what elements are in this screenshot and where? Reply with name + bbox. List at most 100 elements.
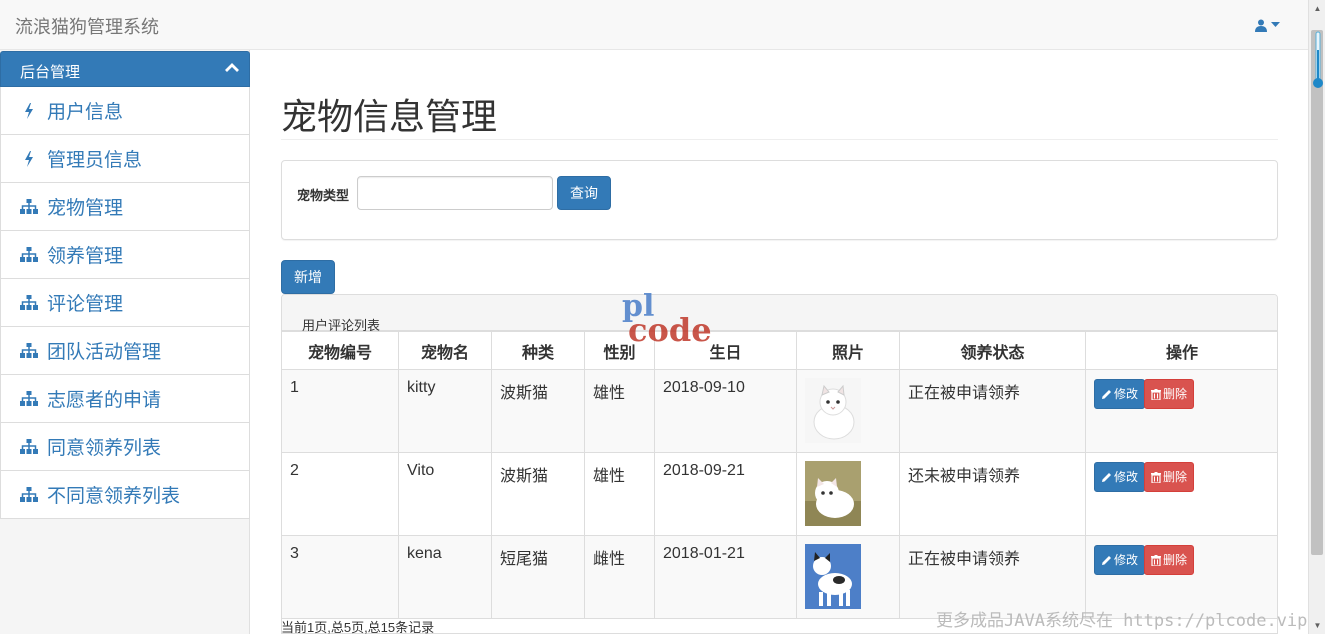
table-row: 2 Vito 波斯猫 雄性 2018-09-21 还未被申请领养 修改 删除 [282, 452, 1277, 536]
caret-down-icon [1271, 22, 1280, 28]
pencil-icon [1102, 390, 1111, 399]
sidebar-panel-title: 后台管理 [20, 64, 81, 81]
table-header-row: 宠物编号 宠物名 种类 性别 生日 照片 领养状态 操作 [282, 331, 1277, 370]
pet-photo-cell [796, 452, 900, 536]
pet-id-cell: 3 [282, 535, 399, 619]
column-header[interactable]: 生日 [654, 331, 797, 370]
page-title: 宠物信息管理 [281, 96, 498, 137]
pet-birthday-cell: 2018-09-10 [654, 369, 797, 453]
pet-type-cell: 短尾猫 [491, 535, 585, 619]
adoption-status-cell: 还未被申请领养 [899, 452, 1086, 536]
list-heading: 用户评论列表 [282, 295, 1277, 333]
scroll-thumb[interactable] [1311, 30, 1323, 555]
sidebar-item-team-activity[interactable]: 团队活动管理 [0, 327, 250, 375]
pet-sex-cell: 雄性 [584, 452, 655, 536]
pet-name-cell: Vito [398, 452, 492, 536]
pet-name-cell: kitty [398, 369, 492, 453]
pet-sex-cell: 雄性 [584, 369, 655, 453]
pet-id-cell: 1 [282, 369, 399, 453]
trash-icon [1151, 389, 1162, 401]
column-header[interactable]: 照片 [796, 331, 900, 370]
adoption-status-cell: 正在被申请领养 [899, 369, 1086, 453]
thermometer-icon [1313, 31, 1323, 88]
trash-icon [1151, 472, 1162, 484]
pet-name-cell: kena [398, 535, 492, 619]
delete-button[interactable]: 删除 [1144, 462, 1195, 492]
sidebar-item-label: 志愿者的申请 [47, 390, 162, 411]
sidebar-item-comment-management[interactable]: 评论管理 [0, 279, 250, 327]
edit-button[interactable]: 修改 [1094, 545, 1146, 575]
trash-icon [1151, 555, 1162, 567]
actions-cell: 修改 删除 [1085, 369, 1277, 453]
top-navbar: 流浪猫狗管理系统 [0, 0, 1310, 50]
sidebar-item-label: 用户信息 [47, 102, 124, 123]
sidebar-item-label: 不同意领养列表 [47, 486, 181, 507]
pet-birthday-cell: 2018-09-21 [654, 452, 797, 536]
pet-photo-cell [796, 369, 900, 453]
user-menu-dropdown[interactable] [1255, 16, 1280, 32]
bolt-icon [18, 101, 40, 121]
pet-type-cell: 波斯猫 [491, 452, 585, 536]
sidebar-item-admin-info[interactable]: 管理员信息 [0, 135, 250, 183]
column-header[interactable]: 宠物名 [398, 331, 492, 370]
edit-button[interactable]: 修改 [1094, 462, 1146, 492]
sitemap-icon [18, 245, 40, 265]
actions-cell: 修改 删除 [1085, 452, 1277, 536]
delete-button[interactable]: 删除 [1144, 545, 1195, 575]
pet-type-input[interactable] [357, 176, 553, 210]
pet-photo-cell [796, 535, 900, 619]
sidebar-item-label: 领养管理 [47, 246, 124, 267]
column-header[interactable]: 领养状态 [899, 331, 1086, 370]
pet-sex-cell: 雌性 [584, 535, 655, 619]
sidebar-item-adoption-management[interactable]: 领养管理 [0, 231, 250, 279]
sidebar-item-pet-management[interactable]: 宠物管理 [0, 183, 250, 231]
pet-type-label: 宠物类型 [297, 188, 350, 203]
query-button[interactable]: 查询 [557, 176, 611, 210]
pet-id-cell: 2 [282, 452, 399, 536]
pencil-icon [1102, 473, 1111, 482]
sidebar-item-approved-adoptions[interactable]: 同意领养列表 [0, 423, 250, 471]
pencil-icon [1102, 556, 1111, 565]
sidebar-item-label: 宠物管理 [47, 198, 124, 219]
chevron-up-icon[interactable] [224, 60, 240, 76]
search-panel: 宠物类型 查询 [281, 160, 1278, 240]
delete-button[interactable]: 删除 [1144, 379, 1195, 409]
sitemap-icon [18, 197, 40, 217]
sidebar-item-rejected-adoptions[interactable]: 不同意领养列表 [0, 471, 250, 519]
table-row: 1 kitty 波斯猫 雄性 2018-09-10 正在被申请领养 修改 删除 [282, 369, 1277, 453]
column-header[interactable]: 性别 [584, 331, 655, 370]
column-header[interactable]: 种类 [491, 331, 585, 370]
pet-photo-image[interactable] [805, 461, 861, 526]
sidebar-item-label: 管理员信息 [47, 150, 143, 171]
user-icon [1255, 19, 1268, 32]
bolt-icon [18, 149, 40, 169]
sidebar-item-label: 评论管理 [47, 294, 124, 315]
sitemap-icon [18, 485, 40, 505]
sitemap-icon [18, 293, 40, 313]
pet-photo-image[interactable] [805, 378, 861, 443]
sidebar-item-volunteer-applications[interactable]: 志愿者的申请 [0, 375, 250, 423]
column-header[interactable]: 宠物编号 [282, 331, 399, 370]
sitemap-icon [18, 437, 40, 457]
pet-list-panel: 用户评论列表 宠物编号 宠物名 种类 性别 生日 照片 领养状态 操作 1 ki… [281, 294, 1278, 634]
pet-birthday-cell: 2018-01-21 [654, 535, 797, 619]
pet-photo-image[interactable] [805, 544, 861, 609]
pet-table: 宠物编号 宠物名 种类 性别 生日 照片 领养状态 操作 1 kitty 波斯猫… [282, 331, 1277, 619]
scroll-up-arrow[interactable]: ▲ [1309, 0, 1325, 17]
page-scrollbar[interactable]: ▲ ▼ [1308, 0, 1325, 634]
app-brand[interactable]: 流浪猫狗管理系统 [15, 13, 159, 39]
sidebar-item-user-info[interactable]: 用户信息 [0, 87, 250, 135]
title-divider [281, 139, 1278, 140]
sidebar-item-label: 同意领养列表 [47, 438, 162, 459]
edit-button[interactable]: 修改 [1094, 379, 1146, 409]
column-header[interactable]: 操作 [1085, 331, 1277, 370]
sidebar-menu: 用户信息 管理员信息 宠物管理 领养管理 评论管理 团队活动管理 志愿者的申请 … [0, 87, 250, 519]
add-button[interactable]: 新增 [281, 260, 335, 294]
sidebar-panel-header[interactable]: 后台管理 [0, 51, 250, 87]
pet-type-cell: 波斯猫 [491, 369, 585, 453]
scroll-down-arrow[interactable]: ▼ [1309, 617, 1325, 634]
sitemap-icon [18, 389, 40, 409]
pagination-info: 当前1页,总5页,总15条记录 [281, 620, 435, 635]
watermark-text: 更多成品JAVA系统尽在 https://plcode.vip [936, 611, 1308, 631]
sitemap-icon [18, 341, 40, 361]
